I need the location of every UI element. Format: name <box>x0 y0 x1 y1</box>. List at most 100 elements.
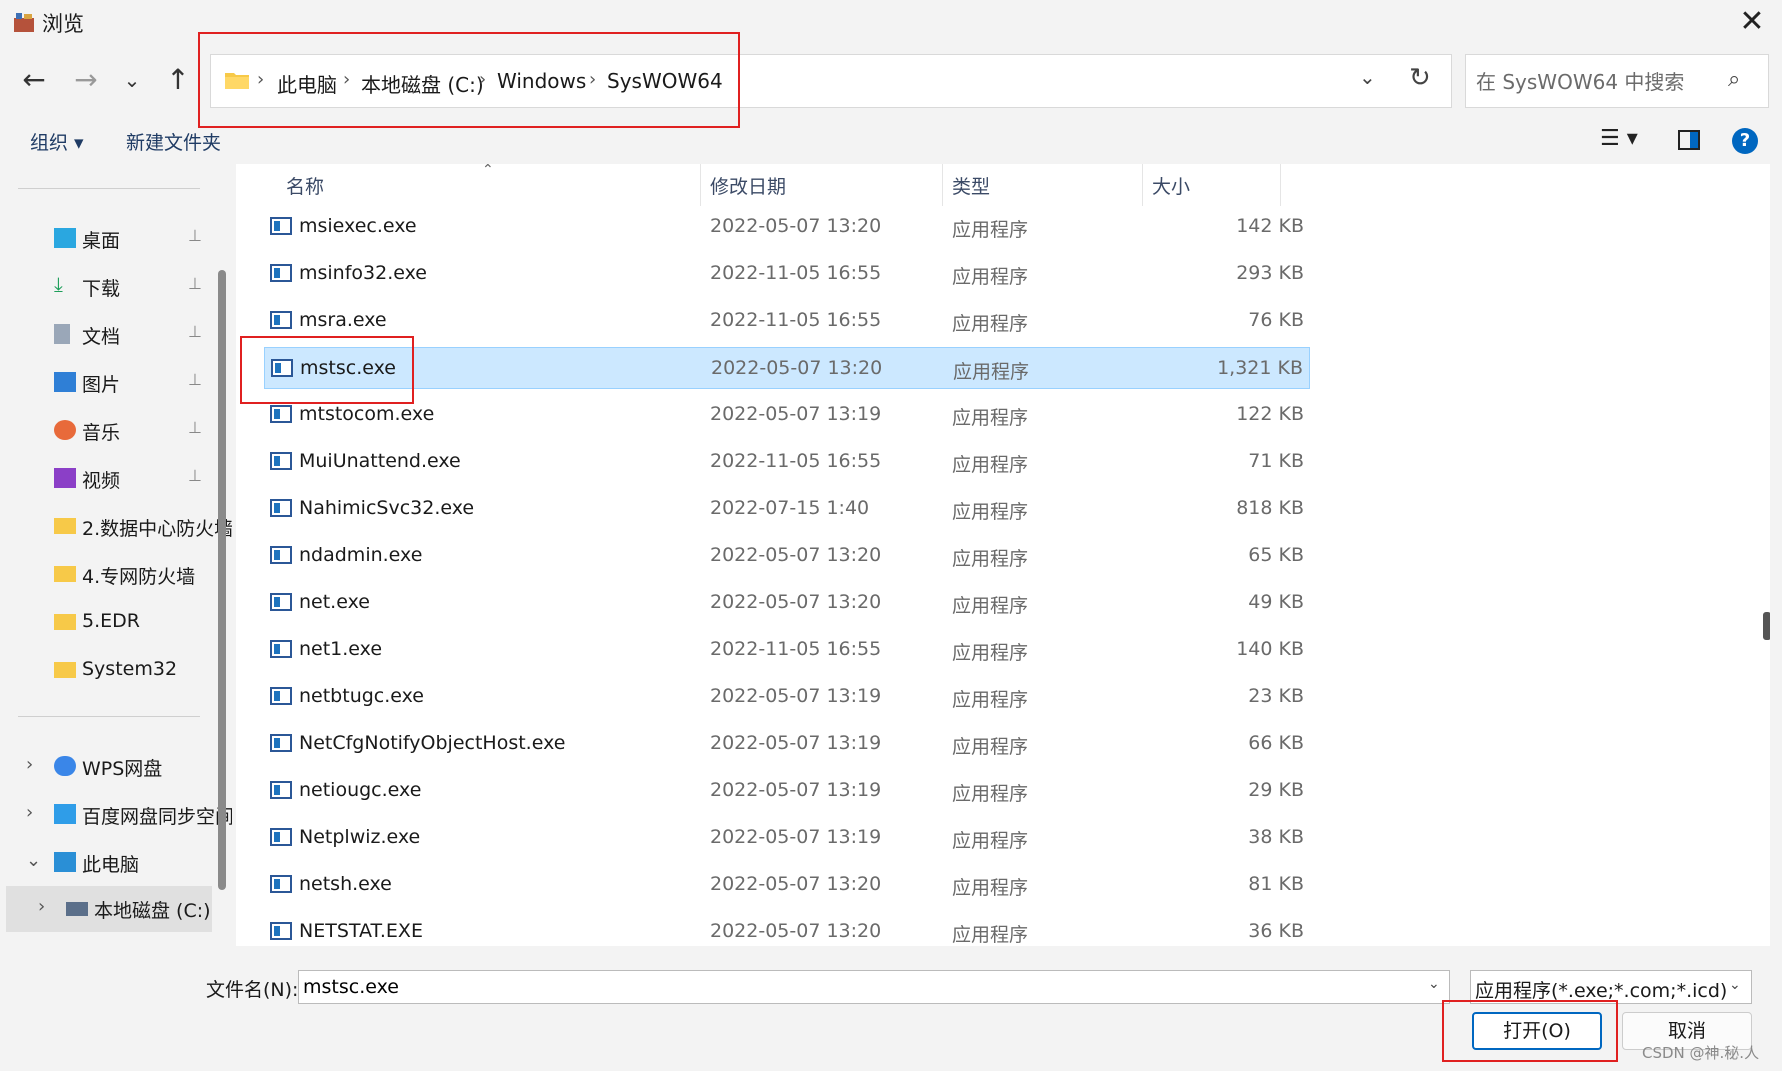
file-row[interactable]: netsh.exe 2022-05-07 13:20 应用程序 81 KB <box>264 864 1310 906</box>
file-type: 应用程序 <box>952 501 1029 523</box>
watermark: CSDN @神.秘.人 <box>1642 1044 1760 1062</box>
exe-icon <box>270 217 292 235</box>
file-row[interactable]: net.exe 2022-05-07 13:20 应用程序 49 KB <box>264 582 1310 624</box>
up-button[interactable]: ↑ <box>156 58 200 102</box>
file-row[interactable]: netiougc.exe 2022-05-07 13:19 应用程序 29 KB <box>264 770 1310 812</box>
new-folder-button[interactable]: 新建文件夹 <box>126 128 221 155</box>
search-box[interactable]: ⌕ <box>1465 54 1769 108</box>
sidebar-item-documents[interactable]: 文档 ⊥ <box>6 312 212 356</box>
file-row[interactable]: net1.exe 2022-11-05 16:55 应用程序 140 KB <box>264 629 1310 671</box>
column-divider[interactable] <box>1142 164 1143 206</box>
search-input[interactable] <box>1476 68 1716 96</box>
file-row[interactable]: mstsc.exe 2022-05-07 13:20 应用程序 1,321 KB <box>264 347 1310 389</box>
file-name: netbtugc.exe <box>299 685 424 707</box>
exe-icon <box>270 875 292 893</box>
exe-icon <box>270 499 292 517</box>
file-row[interactable]: mtstocom.exe 2022-05-07 13:19 应用程序 122 KB <box>264 394 1310 436</box>
back-button[interactable]: ← <box>12 58 56 102</box>
filename-dropdown-icon[interactable]: ⌄ <box>1428 976 1440 992</box>
sidebar-item-local-disk[interactable]: › 本地磁盘 (C:) <box>6 886 212 932</box>
file-size: 65 KB <box>1248 544 1304 566</box>
help-icon[interactable]: ? <box>1732 128 1758 154</box>
sidebar-item-system32[interactable]: System32 <box>6 648 212 692</box>
column-divider[interactable] <box>1280 164 1281 206</box>
sidebar-item-label: 音乐 <box>82 422 121 444</box>
file-size: 38 KB <box>1248 826 1304 848</box>
file-name: net.exe <box>299 591 370 613</box>
file-size: 36 KB <box>1248 920 1304 942</box>
file-row[interactable]: NahimicSvc32.exe 2022-07-15 1:40 应用程序 818 K… <box>264 488 1310 530</box>
collapse-chevron-icon[interactable]: ⌄ <box>26 850 41 871</box>
pin-icon[interactable]: ⊥ <box>188 226 202 245</box>
refresh-icon[interactable]: ↻ <box>1409 63 1431 93</box>
sort-ascending-icon: ⌃ <box>482 164 494 178</box>
file-row[interactable]: MuiUnattend.exe 2022-11-05 16:55 应用程序 71 KB <box>264 441 1310 483</box>
file-type: 应用程序 <box>952 877 1029 899</box>
sidebar-scrollbar[interactable] <box>218 270 226 890</box>
file-size: 140 KB <box>1236 638 1304 660</box>
file-row[interactable]: msiexec.exe 2022-05-07 13:20 应用程序 142 KB <box>264 206 1310 248</box>
pin-icon[interactable]: ⊥ <box>188 322 202 341</box>
sidebar-item-baidu[interactable]: › 百度网盘同步空间 <box>6 792 232 836</box>
sidebar-item-downloads[interactable]: ⤓ 下载 ⊥ <box>6 264 212 308</box>
exe-icon <box>270 734 292 752</box>
expand-chevron-icon[interactable]: › <box>38 896 45 917</box>
pin-icon[interactable]: ⊥ <box>188 274 202 293</box>
pin-icon[interactable]: ⊥ <box>188 370 202 389</box>
file-size: 81 KB <box>1248 873 1304 895</box>
file-row[interactable]: netbtugc.exe 2022-05-07 13:19 应用程序 23 KB <box>264 676 1310 718</box>
file-type: 应用程序 <box>952 736 1029 758</box>
file-row[interactable]: msinfo32.exe 2022-11-05 16:55 应用程序 293 KB <box>264 253 1310 295</box>
column-divider[interactable] <box>942 164 943 206</box>
file-row[interactable]: NETSTAT.EXE 2022-05-07 13:20 应用程序 36 KB <box>264 911 1310 946</box>
forward-button[interactable]: → <box>64 58 108 102</box>
column-divider[interactable] <box>700 164 701 206</box>
expand-chevron-icon[interactable]: › <box>26 802 33 823</box>
search-icon[interactable]: ⌕ <box>1728 67 1740 92</box>
filename-input[interactable] <box>298 970 1450 1004</box>
recent-locations-button[interactable]: ⌄ <box>110 58 154 102</box>
file-size: 29 KB <box>1248 779 1304 801</box>
sidebar-item-folder-2[interactable]: 2.数据中心防火墙 <box>6 504 232 548</box>
address-dropdown-icon[interactable]: ⌄ <box>1359 65 1376 89</box>
file-row[interactable]: Netplwiz.exe 2022-05-07 13:19 应用程序 38 KB <box>264 817 1310 859</box>
folder-icon <box>54 614 76 630</box>
file-size: 293 KB <box>1236 262 1304 284</box>
file-list-scrollbar[interactable] <box>1763 612 1770 640</box>
close-button[interactable]: ✕ <box>1732 4 1772 42</box>
filetype-select[interactable]: 应用程序(*.exe;*.com;*.icd) ⌄ <box>1470 970 1752 1004</box>
sidebar-item-music[interactable]: 音乐 ⊥ <box>6 408 212 452</box>
window-title: 浏览 <box>42 12 84 36</box>
file-row[interactable]: msra.exe 2022-11-05 16:55 应用程序 76 KB <box>264 300 1310 342</box>
preview-pane-icon[interactable] <box>1678 130 1700 150</box>
sidebar-item-pictures[interactable]: 图片 ⊥ <box>6 360 212 404</box>
file-date: 2022-05-07 13:19 <box>710 403 882 425</box>
column-header-type[interactable]: 类型 <box>952 172 990 199</box>
sidebar-item-this-pc[interactable]: ⌄ 此电脑 <box>6 840 212 884</box>
file-size: 49 KB <box>1248 591 1304 613</box>
sidebar-item-label: System32 <box>82 658 178 680</box>
sidebar-item-desktop[interactable]: 桌面 ⊥ <box>6 216 212 260</box>
sidebar-item-folder-4[interactable]: 4.专网防火墙 <box>6 552 212 596</box>
sidebar-item-folder-edr[interactable]: 5.EDR <box>6 600 212 644</box>
view-menu-icon[interactable]: ☰ ▾ <box>1600 126 1638 151</box>
sidebar-item-wps[interactable]: › WPS网盘 <box>6 744 212 788</box>
file-name: Netplwiz.exe <box>299 826 421 848</box>
column-header-size[interactable]: 大小 <box>1152 172 1190 199</box>
sidebar-item-label: 视频 <box>82 470 121 492</box>
drive-icon <box>66 902 88 916</box>
expand-chevron-icon[interactable]: › <box>26 754 33 775</box>
file-row[interactable]: NetCfgNotifyObjectHost.exe 2022-05-07 13:… <box>264 723 1310 765</box>
pin-icon[interactable]: ⊥ <box>188 466 202 485</box>
file-date: 2022-05-07 13:20 <box>710 215 882 237</box>
file-row[interactable]: ndadmin.exe 2022-05-07 13:20 应用程序 65 KB <box>264 535 1310 577</box>
pin-icon[interactable]: ⊥ <box>188 418 202 437</box>
sidebar-item-label: 本地磁盘 (C:) <box>94 900 211 922</box>
organize-button[interactable]: 组织 ▾ <box>30 128 84 155</box>
column-header-modified[interactable]: 修改日期 <box>710 172 786 199</box>
column-header-name[interactable]: 名称 <box>286 172 324 199</box>
file-date: 2022-05-07 13:19 <box>710 732 882 754</box>
file-size: 818 KB <box>1236 497 1304 519</box>
sidebar-divider <box>18 716 200 717</box>
sidebar-item-videos[interactable]: 视频 ⊥ <box>6 456 212 500</box>
